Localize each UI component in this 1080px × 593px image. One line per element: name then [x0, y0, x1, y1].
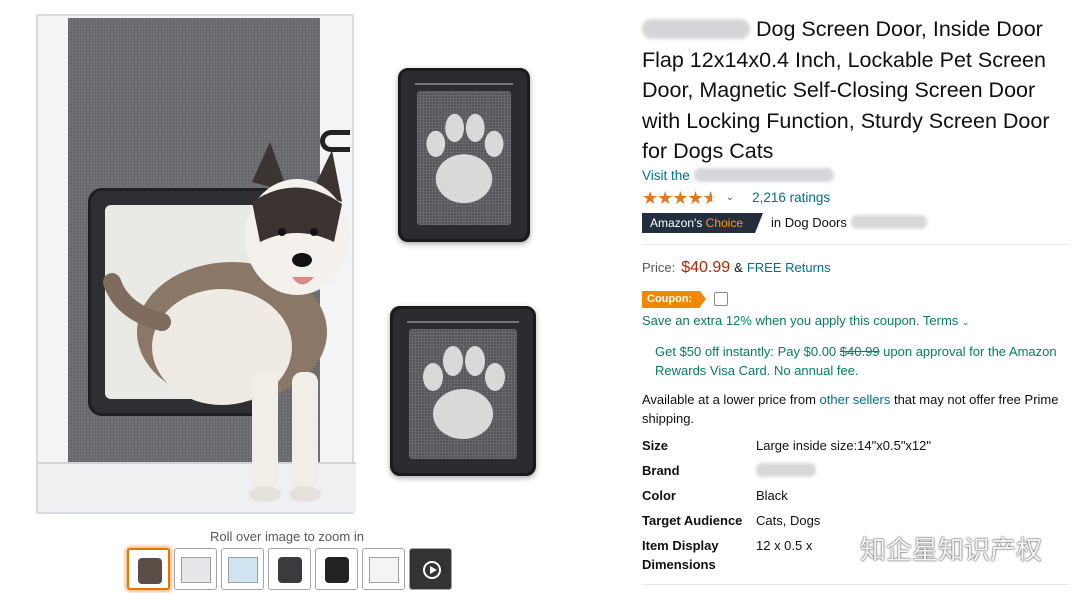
- paw-print-icon: [426, 113, 504, 204]
- amazons-choice-row: Amazon's Choice in Dog Doors: [642, 212, 1070, 234]
- visit-store-link[interactable]: Visit the: [642, 167, 1070, 185]
- play-icon: [423, 561, 441, 579]
- chevron-down-icon: ⌄: [961, 316, 970, 327]
- wechat-icon: [819, 534, 852, 561]
- pet-door-back-image: [390, 306, 536, 476]
- divider: [642, 243, 1068, 245]
- product-title: Dog Screen Door, Inside Door Flap 12x14x…: [642, 17, 1050, 163]
- paw-print-icon: [423, 346, 505, 439]
- thumbnail-installation[interactable]: [221, 548, 264, 590]
- thumbnail-video[interactable]: [409, 548, 452, 590]
- divider: [642, 584, 1068, 585]
- amazons-choice-badge: Amazon's Choice: [642, 212, 764, 233]
- half-star-icon: ★: [703, 189, 719, 207]
- choice-category[interactable]: in Dog Doors: [771, 215, 927, 230]
- free-returns-link[interactable]: FREE Returns: [747, 260, 831, 275]
- thumbnail-door-dark[interactable]: [315, 548, 358, 590]
- ratings-count-link[interactable]: 2,216 ratings: [752, 190, 830, 205]
- thumbnail-door-dimensions[interactable]: [174, 548, 217, 590]
- other-sellers-note: Available at a lower price from other se…: [642, 391, 1059, 426]
- price-value: $40.99: [681, 258, 731, 276]
- pet-door-front-image: [398, 68, 530, 242]
- coupon-checkbox[interactable]: [714, 292, 729, 306]
- main-product-image[interactable]: [34, 12, 554, 522]
- store-name-redacted: [693, 167, 834, 182]
- price-label: Price:: [642, 259, 676, 275]
- thumbnail-instructions[interactable]: [362, 548, 405, 590]
- coupon-text: Save an extra 12% when you apply this co…: [642, 312, 970, 328]
- thumbnail-main-dog[interactable]: [127, 548, 170, 590]
- price-row: Price: $40.99 & FREE Returns: [642, 258, 831, 276]
- chevron-down-icon[interactable]: ⌄: [726, 192, 734, 203]
- coupon-row: Coupon:: [642, 290, 1070, 308]
- spec-row-brand: Brand: [642, 461, 931, 486]
- dog-illustration: [103, 142, 349, 502]
- star-rating[interactable]: ★★★★★: [642, 189, 719, 207]
- brand-redacted: [642, 19, 750, 39]
- image-gallery: Roll over image to zoom in: [0, 0, 560, 593]
- visa-card-offer[interactable]: Get $50 off instantly: Pay $0.00 $40.99 …: [655, 342, 1065, 380]
- rating-row: ★★★★★ ⌄ 2,216 ratings: [642, 188, 1070, 208]
- coupon-terms-link[interactable]: Terms ⌄: [923, 313, 970, 328]
- brand-value-redacted: [756, 462, 816, 477]
- product-details: Dog Screen Door, Inside Door Flap 12x14x…: [642, 14, 1070, 580]
- spec-row-size: Size Large inside size:14"x0.5"x12": [642, 437, 932, 453]
- spec-row-color: Color Black: [642, 487, 788, 503]
- other-sellers-link[interactable]: other sellers: [820, 392, 891, 407]
- watermark: 知企星知识产权: [818, 530, 1042, 567]
- coupon-badge: Coupon:: [642, 290, 707, 308]
- thumbnail-strip: [127, 548, 452, 590]
- zoom-caption: Roll over image to zoom in: [210, 529, 364, 544]
- thumbnail-door-detail[interactable]: [268, 548, 311, 590]
